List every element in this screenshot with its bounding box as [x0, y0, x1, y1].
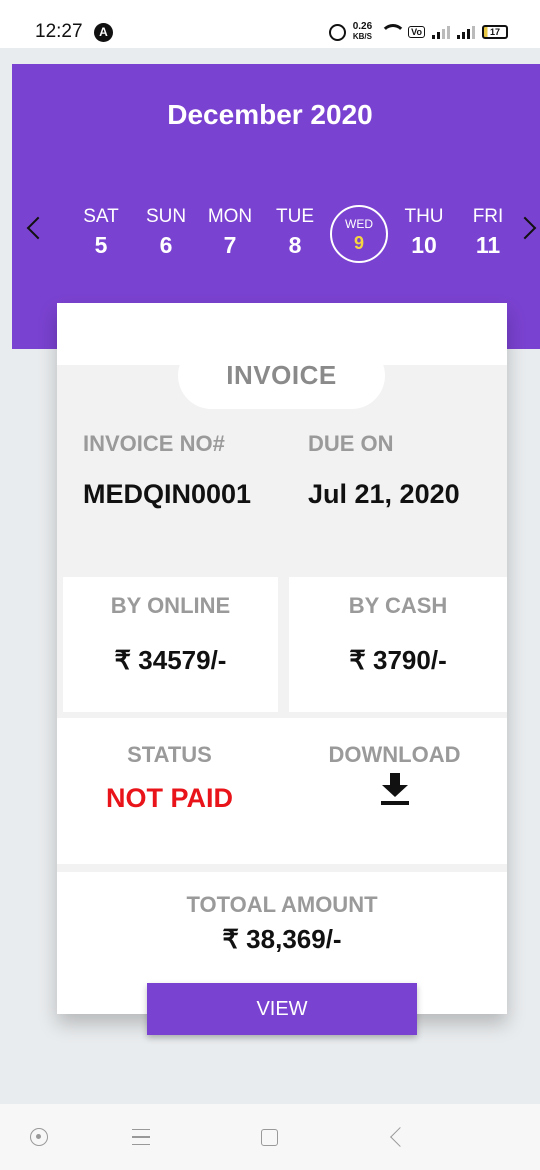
home-icon[interactable]	[261, 1129, 278, 1146]
day-thu[interactable]: THU 10	[394, 206, 454, 259]
battery-icon: 17	[482, 25, 508, 39]
day-name: TUE	[276, 206, 314, 227]
day-name: FRI	[472, 206, 504, 227]
day-tue[interactable]: TUE 8	[265, 206, 325, 259]
signal-icon-2	[457, 25, 475, 39]
status-icons: 0.26 KB/S Vo 17	[328, 20, 508, 44]
day-sun[interactable]: SUN 6	[136, 206, 196, 259]
day-number: 8	[288, 232, 302, 258]
network-speed-value: 0.26	[352, 21, 373, 32]
recents-icon[interactable]	[132, 1129, 150, 1145]
invoice-no-label: INVOICE NO#	[83, 431, 225, 456]
day-name: SUN	[145, 206, 187, 227]
total-amount-value: ₹ 38,369/-	[222, 924, 342, 954]
download-icon[interactable]	[380, 773, 410, 809]
due-on-value: Jul 21, 2020	[308, 479, 460, 509]
view-button[interactable]: VIEW	[147, 983, 417, 1035]
volte-icon: Vo	[408, 26, 425, 38]
day-wed-selected[interactable]: WED 9	[330, 205, 388, 263]
invoice-card: INVOICE INVOICE NO# MEDQIN0001 DUE ON Ju…	[57, 303, 507, 1014]
cash-payment-box: BY CASH ₹ 3790/-	[289, 577, 507, 712]
back-icon[interactable]	[390, 1127, 410, 1147]
alarm-icon	[328, 23, 346, 41]
network-speed: 0.26 KB/S	[353, 22, 372, 42]
status-time: 12:27	[35, 21, 83, 42]
status-download-box: STATUS NOT PAID DOWNLOAD	[57, 718, 507, 864]
assistant-icon[interactable]	[30, 1128, 48, 1146]
day-number: 6	[159, 232, 173, 258]
by-online-label: BY ONLINE	[110, 593, 231, 618]
total-amount-label: TOTOAL AMOUNT	[186, 892, 378, 917]
invoice-no-value: MEDQIN0001	[83, 479, 252, 509]
invoice-heading: INVOICE	[178, 342, 385, 409]
by-cash-value: ₹ 3790/-	[349, 645, 447, 675]
day-number: 9	[353, 233, 364, 253]
status-value: NOT PAID	[106, 783, 233, 813]
by-online-value: ₹ 34579/-	[114, 645, 227, 675]
status-bar: 12:27 A 0.26 KB/S Vo 17	[0, 0, 540, 48]
day-number: 10	[411, 232, 437, 258]
network-speed-unit: KB/S	[352, 32, 372, 41]
by-cash-label: BY CASH	[348, 593, 448, 618]
day-name: THU	[404, 206, 444, 227]
download-label: DOWNLOAD	[328, 742, 461, 767]
day-number: 7	[223, 232, 237, 258]
day-fri[interactable]: FRI 11	[458, 206, 518, 259]
wifi-icon	[379, 24, 407, 40]
day-name: WED	[345, 217, 373, 231]
due-on-label: DUE ON	[308, 431, 394, 456]
day-number: 11	[475, 232, 501, 258]
day-name: MON	[207, 206, 253, 227]
day-name: SAT	[83, 206, 119, 227]
month-title: December 2020	[167, 99, 373, 130]
signal-icon-1	[432, 25, 450, 39]
day-number: 5	[94, 232, 108, 258]
status-label: STATUS	[127, 742, 212, 767]
online-payment-box: BY ONLINE ₹ 34579/-	[63, 577, 278, 712]
day-sat[interactable]: SAT 5	[71, 206, 131, 259]
notification-icon: A	[94, 23, 113, 42]
day-mon[interactable]: MON 7	[200, 206, 260, 259]
system-nav-bar	[0, 1104, 540, 1170]
